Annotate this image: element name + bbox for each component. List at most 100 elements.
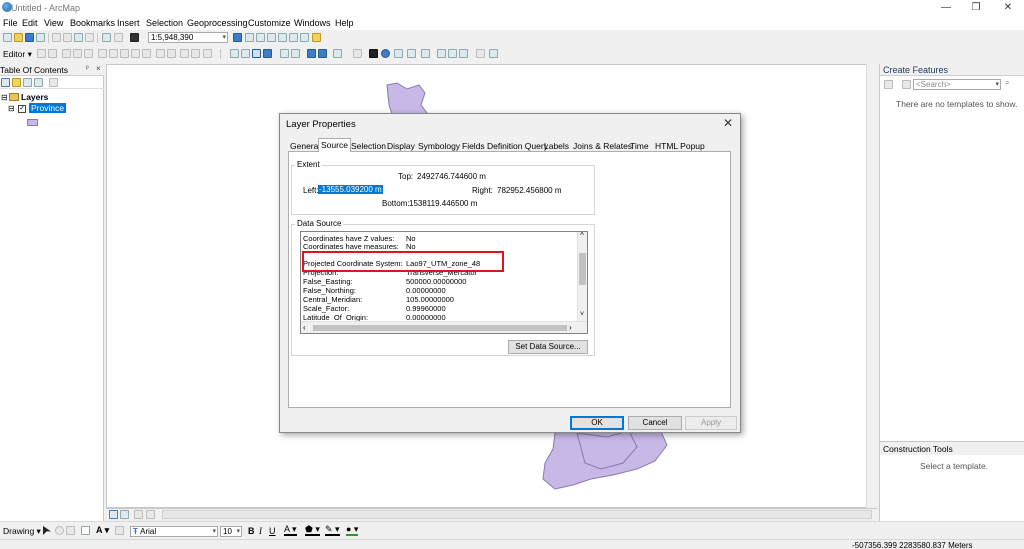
- menu-insert[interactable]: Insert: [117, 18, 140, 28]
- menu-view[interactable]: View: [44, 18, 63, 28]
- edit-vertices-icon[interactable]: [98, 49, 107, 58]
- undo-icon[interactable]: [102, 33, 111, 42]
- copy-icon[interactable]: [63, 33, 72, 42]
- reshape-icon[interactable]: [109, 49, 118, 58]
- list-vertical-scrollbar[interactable]: ˄ ˅: [577, 232, 587, 321]
- bold-button[interactable]: B: [248, 526, 255, 536]
- scroll-left-icon[interactable]: ‹: [303, 323, 306, 332]
- annotation-edit-icon[interactable]: [48, 49, 57, 58]
- attributes-icon[interactable]: [156, 49, 165, 58]
- create-viewer-window-icon[interactable]: [489, 49, 498, 58]
- minimize-button[interactable]: —: [931, 0, 961, 16]
- print-icon[interactable]: [36, 33, 45, 42]
- font-name-combo[interactable]: Ŧ Arial ▾: [130, 526, 218, 537]
- table-of-contents-icon[interactable]: [245, 33, 254, 42]
- edit-vertices-draw-icon[interactable]: [115, 526, 124, 535]
- apply-button[interactable]: Apply: [685, 416, 737, 430]
- menu-help[interactable]: Help: [335, 18, 354, 28]
- scroll-down-icon[interactable]: ˅: [580, 311, 584, 318]
- layer-visibility-checkbox[interactable]: ✓: [18, 105, 26, 113]
- ok-button[interactable]: OK: [570, 416, 624, 430]
- rotate-icon[interactable]: [142, 49, 151, 58]
- italic-button[interactable]: I: [259, 526, 262, 536]
- save-icon[interactable]: [25, 33, 34, 42]
- python-icon[interactable]: [289, 33, 298, 42]
- clear-selection-icon[interactable]: [353, 49, 362, 58]
- go-forward-icon[interactable]: [318, 49, 327, 58]
- go-back-icon[interactable]: [307, 49, 316, 58]
- straight-segment-icon[interactable]: [62, 49, 71, 58]
- cut-icon[interactable]: [52, 33, 61, 42]
- layout-view-icon[interactable]: [120, 510, 129, 519]
- open-icon[interactable]: [14, 33, 23, 42]
- pin-icon[interactable]: ᵖ: [86, 65, 89, 72]
- find-route-icon[interactable]: [448, 49, 457, 58]
- select-elements-arrow-icon[interactable]: [43, 526, 51, 535]
- menu-windows[interactable]: Windows: [294, 18, 331, 28]
- editor-menu[interactable]: Editor ▾: [3, 49, 32, 60]
- zoom-to-selected-icon[interactable]: [66, 526, 75, 535]
- edit-tool-icon[interactable]: [37, 49, 46, 58]
- maximize-button[interactable]: ❐: [961, 0, 991, 16]
- fixed-zoom-out-icon[interactable]: [291, 49, 300, 58]
- full-extent-icon[interactable]: [263, 49, 272, 58]
- template-search-input[interactable]: <Search> ▾: [913, 79, 1001, 90]
- hyperlink-icon[interactable]: [394, 49, 403, 58]
- tab-source[interactable]: Source: [318, 138, 351, 152]
- editor-overflow-icon[interactable]: [203, 49, 212, 58]
- extent-left-value[interactable]: -13555.039200 m: [318, 185, 383, 194]
- close-button[interactable]: ✕: [993, 0, 1023, 16]
- menu-bookmarks[interactable]: Bookmarks: [70, 18, 115, 28]
- menu-customize[interactable]: Customize: [248, 18, 291, 28]
- measure-icon[interactable]: [421, 49, 430, 58]
- identify-icon[interactable]: [381, 49, 390, 58]
- model-builder-icon[interactable]: [300, 33, 309, 42]
- zoom-in-icon[interactable]: [230, 49, 239, 58]
- collapse-icon[interactable]: ⊟: [1, 93, 8, 102]
- fixed-zoom-in-icon[interactable]: [280, 49, 289, 58]
- menu-selection[interactable]: Selection: [146, 18, 183, 28]
- go-to-xy-icon[interactable]: [459, 49, 468, 58]
- zoom-out-icon[interactable]: [241, 49, 250, 58]
- editor-extra-icon[interactable]: [191, 49, 200, 58]
- set-data-source-button[interactable]: Set Data Source...: [508, 340, 588, 354]
- data-frame-layers[interactable]: Layers: [21, 92, 48, 102]
- font-size-combo[interactable]: 10 ▾: [220, 526, 242, 537]
- create-features-icon[interactable]: [180, 49, 189, 58]
- arctoolbox-icon[interactable]: [278, 33, 287, 42]
- rotate-element-icon[interactable]: [55, 526, 64, 535]
- new-document-icon[interactable]: [3, 33, 12, 42]
- map-horizontal-scrollbar[interactable]: [162, 510, 872, 519]
- line-color-icon[interactable]: ✎ ▾: [325, 525, 340, 536]
- scroll-up-icon[interactable]: ˄: [580, 232, 584, 238]
- list-by-visibility-icon[interactable]: [23, 78, 32, 87]
- refresh-view-icon[interactable]: [134, 510, 143, 519]
- redo-icon[interactable]: [114, 33, 123, 42]
- layer-symbol-swatch[interactable]: [27, 119, 38, 126]
- catalog-icon[interactable]: [256, 33, 265, 42]
- delete-icon[interactable]: [85, 33, 94, 42]
- h-scroll-thumb[interactable]: [313, 325, 567, 331]
- organize-templates-icon[interactable]: [884, 80, 893, 89]
- menu-edit[interactable]: Edit: [22, 18, 38, 28]
- sketch-properties-icon[interactable]: [167, 49, 176, 58]
- cut-polygons-icon[interactable]: [120, 49, 129, 58]
- list-by-drawing-order-icon[interactable]: [1, 78, 10, 87]
- toc-options-icon[interactable]: [49, 78, 58, 87]
- editor-toolbar-icon[interactable]: [233, 33, 242, 42]
- html-popup-icon[interactable]: [407, 49, 416, 58]
- dialog-close-icon[interactable]: ✕: [723, 116, 733, 130]
- map-scale-combo[interactable]: 1:5,948,390 ▾: [148, 32, 228, 43]
- rectangle-tool-icon[interactable]: [81, 526, 90, 535]
- select-features-icon[interactable]: [333, 49, 342, 58]
- list-horizontal-scrollbar[interactable]: ‹ ›: [301, 321, 587, 333]
- end-point-arc-icon[interactable]: [73, 49, 82, 58]
- menu-geoprocessing[interactable]: Geoprocessing: [187, 18, 248, 28]
- font-color-icon[interactable]: A ▾: [284, 525, 297, 536]
- list-by-selection-icon[interactable]: [34, 78, 43, 87]
- find-icon[interactable]: [437, 49, 446, 58]
- scroll-right-icon[interactable]: ›: [569, 323, 572, 332]
- search-window-icon[interactable]: [267, 33, 276, 42]
- fill-color-icon[interactable]: ⬟ ▾: [305, 525, 320, 536]
- trace-icon[interactable]: [84, 49, 93, 58]
